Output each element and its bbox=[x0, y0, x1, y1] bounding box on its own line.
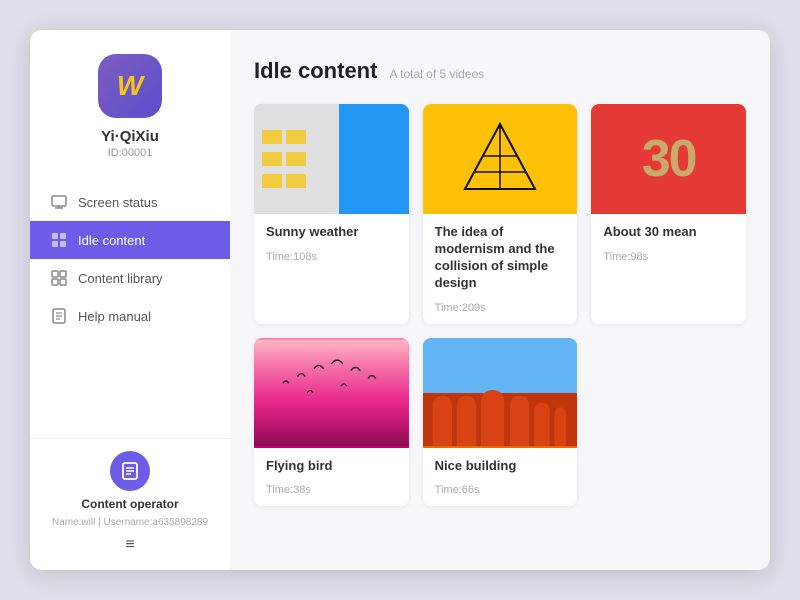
video-time: Time:66s bbox=[435, 484, 566, 496]
hamburger-menu-icon[interactable]: ≡ bbox=[125, 536, 134, 554]
video-title: Flying bird bbox=[266, 458, 397, 475]
avatar-container: W Yi·QiXiu ID:00001 bbox=[98, 54, 162, 159]
video-info-modernism: The idea of modernism and the collision … bbox=[423, 214, 578, 324]
operator-icon bbox=[110, 451, 150, 491]
thumbnail-bird bbox=[254, 338, 409, 448]
thumbnail-modernism bbox=[423, 104, 578, 214]
operator-label: Content operator bbox=[81, 497, 178, 511]
sidebar-item-help-manual[interactable]: Help manual bbox=[30, 297, 230, 335]
sidebar-item-label: Help manual bbox=[78, 309, 151, 324]
content-library-icon bbox=[50, 269, 68, 287]
video-card-sunny[interactable]: Sunny weather Time:108s bbox=[254, 104, 409, 324]
avatar-letter: W bbox=[117, 70, 143, 102]
sidebar-item-content-library[interactable]: Content library bbox=[30, 259, 230, 297]
idle-content-icon bbox=[50, 231, 68, 249]
sidebar-bottom: Content operator Name:will | Username:a6… bbox=[30, 438, 230, 554]
video-title: The idea of modernism and the collision … bbox=[435, 224, 566, 292]
video-title: Nice building bbox=[435, 458, 566, 475]
sidebar-item-idle-content[interactable]: Idle content bbox=[30, 221, 230, 259]
video-card-bird[interactable]: Flying bird Time:38s bbox=[254, 338, 409, 507]
nav-menu: Screen status Idle content bbox=[30, 183, 230, 438]
video-grid: Sunny weather Time:108s bbox=[254, 104, 746, 506]
video-time: Time:38s bbox=[266, 484, 397, 496]
sidebar-item-label: Idle content bbox=[78, 233, 145, 248]
screen-status-icon bbox=[50, 193, 68, 211]
video-title: About 30 mean bbox=[603, 224, 734, 241]
video-time: Time:209s bbox=[435, 302, 566, 314]
app-window: W Yi·QiXiu ID:00001 Screen status bbox=[30, 30, 770, 570]
video-info-bird: Flying bird Time:38s bbox=[254, 448, 409, 507]
video-card-modernism[interactable]: The idea of modernism and the collision … bbox=[423, 104, 578, 324]
main-content: Idle content A total of 5 videos bbox=[230, 30, 770, 570]
thumbnail-building bbox=[423, 338, 578, 448]
page-subtitle: A total of 5 videos bbox=[389, 67, 484, 81]
video-time: Time:108s bbox=[266, 251, 397, 263]
page-title: Idle content bbox=[254, 58, 377, 84]
sidebar-item-label: Content library bbox=[78, 271, 163, 286]
video-info-sunny: Sunny weather Time:108s bbox=[254, 214, 409, 273]
video-info-building: Nice building Time:66s bbox=[423, 448, 578, 507]
user-id: ID:00001 bbox=[108, 147, 153, 159]
avatar: W bbox=[98, 54, 162, 118]
sidebar: W Yi·QiXiu ID:00001 Screen status bbox=[30, 30, 230, 570]
sidebar-item-label: Screen status bbox=[78, 195, 158, 210]
video-info-thirty: About 30 mean Time:98s bbox=[591, 214, 746, 273]
video-card-building[interactable]: Nice building Time:66s bbox=[423, 338, 578, 507]
thumbnail-sunny bbox=[254, 104, 409, 214]
video-time: Time:98s bbox=[603, 251, 734, 263]
page-header: Idle content A total of 5 videos bbox=[254, 58, 746, 84]
number-display: 30 bbox=[642, 129, 696, 189]
sidebar-item-screen-status[interactable]: Screen status bbox=[30, 183, 230, 221]
username: Yi·QiXiu bbox=[101, 128, 159, 145]
operator-info: Name:will | Username:a635898289 bbox=[52, 517, 208, 528]
help-manual-icon bbox=[50, 307, 68, 325]
video-card-thirty[interactable]: 30 About 30 mean Time:98s bbox=[591, 104, 746, 324]
video-title: Sunny weather bbox=[266, 224, 397, 241]
thumbnail-thirty: 30 bbox=[591, 104, 746, 214]
